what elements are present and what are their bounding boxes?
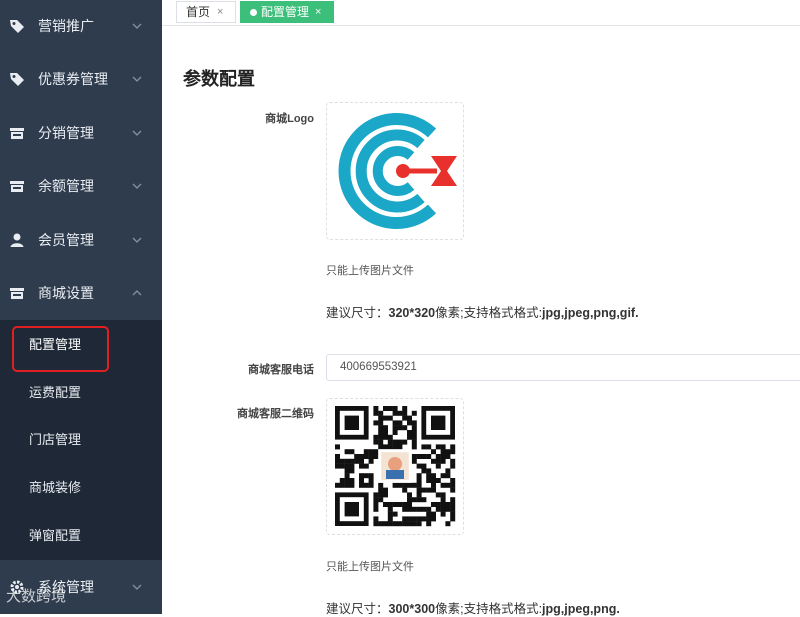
- tab-label: 配置管理: [261, 5, 310, 19]
- logo-label: 商城Logo: [265, 113, 314, 125]
- qrcode-image: [335, 406, 456, 527]
- logo-upload[interactable]: [326, 102, 464, 240]
- sidebar-item-label: 分销管理: [38, 125, 94, 141]
- sidebar-item-label: 会员管理: [38, 232, 94, 248]
- submenu-item-stores[interactable]: 门店管理: [0, 416, 162, 464]
- page-title: 参数配置: [183, 69, 255, 89]
- tab-label: 首页: [186, 5, 211, 19]
- submenu-item-label: 弹窗配置: [29, 528, 82, 543]
- submenu-item-shipping[interactable]: 运费配置: [0, 369, 162, 417]
- user-icon: [10, 233, 24, 247]
- tag-icon: [10, 20, 24, 33]
- submenu-item-decoration[interactable]: 商城装修: [0, 464, 162, 512]
- sidebar-item-label: 营销推广: [38, 18, 94, 34]
- tab-bar: 首页 × 配置管理 ×: [162, 0, 800, 26]
- active-dot-icon: [250, 9, 257, 16]
- tab-config[interactable]: 配置管理 ×: [240, 1, 334, 23]
- suggest-size: 320*320: [388, 306, 436, 320]
- sidebar-item-marketing[interactable]: 营销推广: [0, 0, 162, 53]
- submenu-item-popup[interactable]: 弹窗配置: [0, 512, 162, 560]
- qrcode-upload[interactable]: [326, 398, 464, 535]
- submenu-item-label: 商城装修: [29, 480, 82, 495]
- suggest-prefix: 建议尺寸：: [326, 306, 389, 320]
- watermark: 大数跨境: [6, 588, 67, 605]
- sidebar-item-members[interactable]: 会员管理: [0, 214, 162, 267]
- highlight-annotation: [12, 326, 109, 372]
- sidebar-item-coupons[interactable]: 优惠券管理: [0, 53, 162, 106]
- sidebar-item-mall-settings[interactable]: 商城设置: [0, 267, 162, 320]
- close-icon[interactable]: ×: [217, 2, 223, 22]
- sidebar-item-label: 优惠券管理: [38, 71, 108, 87]
- submenu-item-label: 门店管理: [29, 432, 82, 447]
- suggest-formats: jpg,jpeg,png,gif.: [542, 306, 639, 320]
- logo-image: [338, 113, 457, 229]
- tab-home[interactable]: 首页 ×: [176, 1, 236, 23]
- logo-hint: 只能上传图片文件: [326, 265, 414, 277]
- chevron-down-icon: [132, 237, 142, 243]
- sidebar-item-label: 余额管理: [38, 178, 94, 194]
- qrcode-label: 商城客服二维码: [237, 408, 314, 420]
- sidebar: 营销推广 优惠券管理 分销管理 余额管理 会员管理 商城设置 配置管理 运费配置…: [0, 0, 162, 614]
- chevron-down-icon: [132, 76, 142, 82]
- chevron-up-icon: [132, 290, 142, 296]
- chevron-down-icon: [132, 584, 142, 590]
- qrcode-hint: 只能上传图片文件: [326, 561, 414, 573]
- tag-icon: [10, 73, 24, 86]
- chevron-down-icon: [132, 23, 142, 29]
- store-icon: [10, 128, 24, 139]
- main-content: 参数配置 商城Logo 只能上传图片文件 建议尺寸：320*320像素;支持格式…: [162, 27, 800, 617]
- store-icon: [10, 181, 24, 192]
- phone-label: 商城客服电话: [248, 364, 314, 376]
- chevron-down-icon: [132, 183, 142, 189]
- suggest-mid: 像素;支持格式格式:: [435, 306, 543, 320]
- qrcode-size-suggestion: 建议尺寸：300*300像素;支持格式格式:jpg,jpeg,png.: [326, 598, 620, 617]
- sidebar-item-distribution[interactable]: 分销管理: [0, 107, 162, 160]
- phone-input[interactable]: 400669553921: [326, 354, 800, 381]
- sidebar-item-balance[interactable]: 余额管理: [0, 160, 162, 213]
- chevron-down-icon: [132, 130, 142, 136]
- logo-size-suggestion: 建议尺寸：320*320像素;支持格式格式:jpg,jpeg,png,gif.: [326, 302, 639, 321]
- close-icon[interactable]: ×: [315, 2, 321, 22]
- sidebar-item-label: 商城设置: [38, 285, 94, 301]
- submenu-item-label: 运费配置: [29, 385, 82, 400]
- store-icon: [10, 288, 24, 299]
